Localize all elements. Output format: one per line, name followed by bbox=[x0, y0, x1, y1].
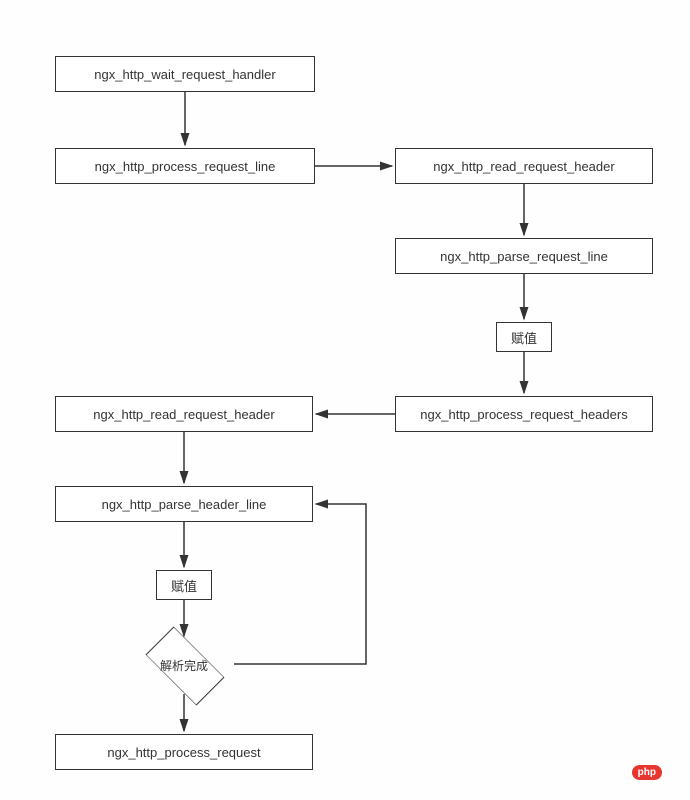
node-parse-header-line: ngx_http_parse_header_line bbox=[55, 486, 313, 522]
label: ngx_http_process_request bbox=[107, 745, 260, 760]
node-read-request-header-2: ngx_http_read_request_header bbox=[55, 396, 313, 432]
node-wait-request: ngx_http_wait_request_handler bbox=[55, 56, 315, 92]
label: ngx_http_parse_header_line bbox=[102, 497, 267, 512]
node-parse-request-line: ngx_http_parse_request_line bbox=[395, 238, 653, 274]
node-assign-1: 赋值 bbox=[496, 322, 552, 352]
node-process-request-headers: ngx_http_process_request_headers bbox=[395, 396, 653, 432]
node-process-request: ngx_http_process_request bbox=[55, 734, 313, 770]
label: 解析完成 bbox=[160, 657, 208, 674]
badge-label: php bbox=[638, 767, 656, 778]
label: ngx_http_wait_request_handler bbox=[94, 67, 275, 82]
label: ngx_http_process_request_headers bbox=[420, 407, 627, 422]
node-assign-2: 赋值 bbox=[156, 570, 212, 600]
label: ngx_http_read_request_header bbox=[93, 407, 274, 422]
node-process-request-line: ngx_http_process_request_line bbox=[55, 148, 315, 184]
label: 赋值 bbox=[511, 328, 537, 347]
php-badge: php bbox=[632, 765, 662, 780]
label: ngx_http_parse_request_line bbox=[440, 249, 608, 264]
label: ngx_http_read_request_header bbox=[433, 159, 614, 174]
label: ngx_http_process_request_line bbox=[95, 159, 276, 174]
node-parse-done: 解析完成 bbox=[134, 640, 234, 690]
node-read-request-header-1: ngx_http_read_request_header bbox=[395, 148, 653, 184]
label: 赋值 bbox=[171, 576, 197, 595]
